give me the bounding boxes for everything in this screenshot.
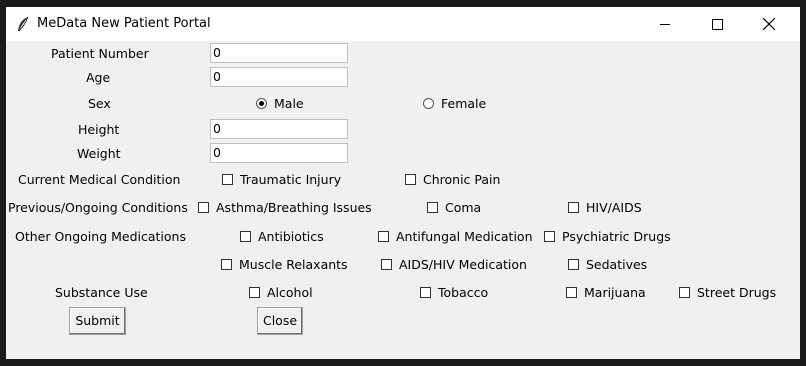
current-condition-label: Current Medical Condition	[18, 172, 181, 187]
checkbox-icon	[679, 287, 690, 298]
checkbox-antifungal[interactable]: Antifungal Medication	[378, 229, 533, 245]
checkbox-antibiotics[interactable]: Antibiotics	[240, 229, 324, 245]
checkbox-alcohol[interactable]: Alcohol	[249, 285, 313, 301]
checkbox-street-drugs[interactable]: Street Drugs	[679, 285, 776, 301]
sex-option-label: Male	[274, 96, 304, 111]
medications-label: Other Ongoing Medications	[15, 229, 186, 244]
close-window-button[interactable]	[746, 7, 792, 41]
checkbox-label: Coma	[445, 200, 482, 215]
checkbox-label: Muscle Relaxants	[239, 257, 348, 272]
checkbox-icon	[249, 287, 260, 298]
radio-icon	[423, 98, 434, 109]
checkbox-icon	[568, 259, 579, 270]
checkbox-icon	[568, 202, 579, 213]
checkbox-icon	[222, 174, 233, 185]
checkbox-label: Traumatic Injury	[240, 172, 342, 187]
checkbox-label: HIV/AIDS	[586, 200, 642, 215]
checkbox-label: Chronic Pain	[423, 172, 501, 187]
checkbox-label: Marijuana	[584, 285, 646, 300]
sex-label: Sex	[88, 96, 111, 111]
checkbox-icon	[544, 231, 555, 242]
checkbox-coma[interactable]: Coma	[427, 200, 481, 216]
checkbox-label: Sedatives	[586, 257, 648, 272]
checkbox-traumatic-injury[interactable]: Traumatic Injury	[222, 172, 341, 188]
checkbox-icon	[221, 259, 232, 270]
checkbox-chronic-pain[interactable]: Chronic Pain	[405, 172, 500, 188]
minimize-button[interactable]	[642, 7, 688, 41]
app-window: MeData New Patient Portal Patient Number…	[6, 7, 800, 359]
checkbox-icon	[405, 174, 416, 185]
sex-option-label: Female	[441, 96, 487, 111]
checkbox-tobacco[interactable]: Tobacco	[420, 285, 488, 301]
patient-number-label: Patient Number	[51, 46, 149, 61]
checkbox-icon	[420, 287, 431, 298]
checkbox-hiv-aids[interactable]: HIV/AIDS	[568, 200, 642, 216]
age-label: Age	[86, 70, 111, 85]
checkbox-icon	[198, 202, 209, 213]
previous-conditions-label: Previous/Ongoing Conditions	[8, 200, 188, 215]
feather-icon	[18, 16, 29, 32]
checkbox-label: Alcohol	[267, 285, 313, 300]
checkbox-label: Asthma/Breathing Issues	[216, 200, 372, 215]
checkbox-icon	[566, 287, 577, 298]
checkbox-sedatives[interactable]: Sedatives	[568, 257, 647, 273]
checkbox-icon	[427, 202, 438, 213]
checkbox-marijuana[interactable]: Marijuana	[566, 285, 646, 301]
patient-number-input[interactable]: 0	[210, 43, 348, 63]
checkbox-asthma[interactable]: Asthma/Breathing Issues	[198, 200, 372, 216]
checkbox-label: Antibiotics	[258, 229, 324, 244]
checkbox-icon	[381, 259, 392, 270]
height-label: Height	[78, 122, 120, 137]
checkbox-muscle-relaxants[interactable]: Muscle Relaxants	[221, 257, 348, 273]
checkbox-label: AIDS/HIV Medication	[399, 257, 527, 272]
close-button[interactable]: Close	[257, 307, 303, 335]
checkbox-label: Tobacco	[438, 285, 489, 300]
checkbox-label: Antifungal Medication	[396, 229, 533, 244]
close-icon	[763, 18, 775, 30]
checkbox-icon	[378, 231, 389, 242]
checkbox-label: Psychiatric Drugs	[562, 229, 671, 244]
title-bar: MeData New Patient Portal	[6, 7, 800, 41]
checkbox-aids-hiv-medication[interactable]: AIDS/HIV Medication	[381, 257, 527, 273]
window-title: MeData New Patient Portal	[37, 16, 211, 31]
submit-button[interactable]: Submit	[69, 307, 126, 335]
maximize-button[interactable]	[694, 7, 740, 41]
checkbox-psychiatric[interactable]: Psychiatric Drugs	[544, 229, 671, 245]
sex-radio-female[interactable]: Female	[423, 96, 486, 112]
weight-label: Weight	[77, 146, 121, 161]
substance-use-label: Substance Use	[55, 285, 148, 300]
sex-radio-male[interactable]: Male	[256, 96, 304, 112]
radio-selected-icon	[256, 98, 267, 109]
checkbox-label: Street Drugs	[697, 285, 777, 300]
weight-input[interactable]: 0	[210, 143, 348, 163]
age-input[interactable]: 0	[210, 67, 348, 87]
checkbox-icon	[240, 231, 251, 242]
height-input[interactable]: 0	[210, 119, 348, 139]
